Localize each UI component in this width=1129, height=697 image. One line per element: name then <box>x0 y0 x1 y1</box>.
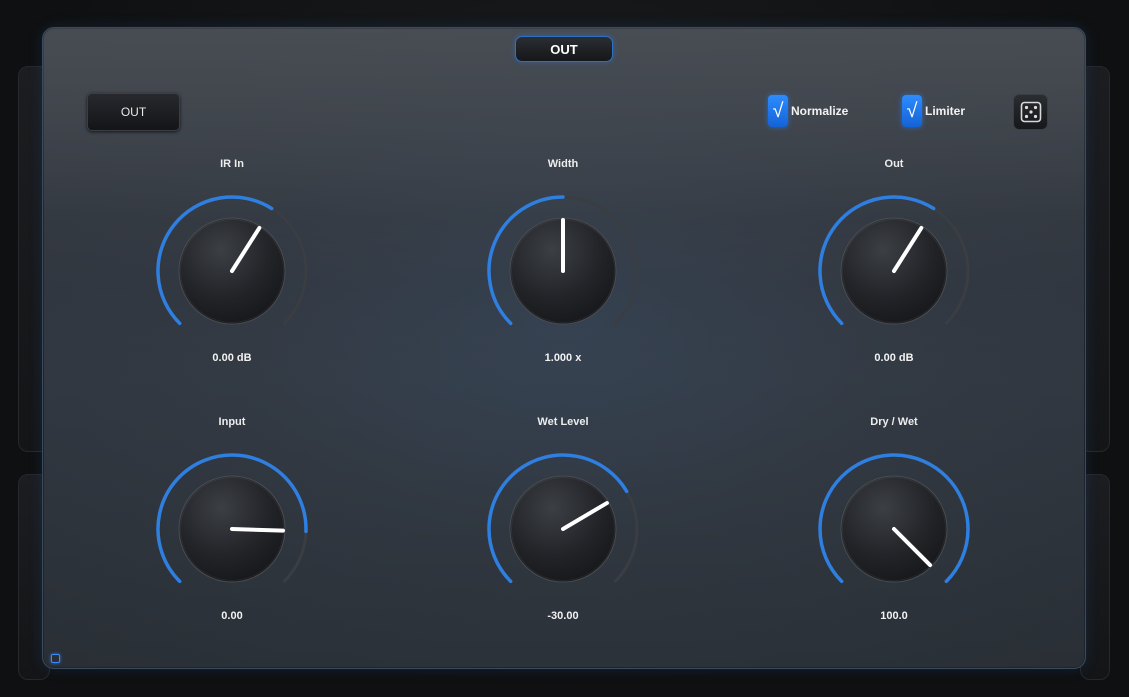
knob-dry-wet[interactable] <box>814 449 974 609</box>
limiter-label: Limiter <box>925 104 966 118</box>
knob-pointer <box>230 527 285 533</box>
checkmark-icon: √ <box>772 100 784 122</box>
knob-label-width: Width <box>547 158 579 170</box>
knob-value-dry-wet: 100.0 <box>880 610 908 622</box>
knob-value-ir-in: 0.00 dB <box>212 352 252 364</box>
checkmark-icon: √ <box>906 100 918 122</box>
knob-label-input: Input <box>218 416 246 428</box>
limiter-checkbox[interactable]: √ <box>902 95 922 127</box>
knob-label-wet-level: Wet Level <box>537 416 589 428</box>
knob-input[interactable] <box>152 449 312 609</box>
knob-value-width: 1.000 x <box>544 352 582 364</box>
knob-wet-level[interactable] <box>483 449 643 609</box>
knob-value-wet-level: -30.00 <box>547 610 579 622</box>
knob-value-input: 0.00 <box>221 610 243 622</box>
knob-label-out: Out <box>884 158 904 170</box>
normalize-checkbox[interactable]: √ <box>768 95 788 127</box>
knob-label-ir-in: IR In <box>220 158 244 170</box>
out-button[interactable]: OUT <box>87 93 180 131</box>
randomize-button[interactable] <box>1013 94 1048 130</box>
panel-title-tab[interactable]: OUT <box>515 36 613 62</box>
plugin-window: OUT OUT √ Normalize √ Limiter IR In 0.00… <box>0 0 1129 697</box>
resize-indicator[interactable] <box>51 654 60 663</box>
normalize-label: Normalize <box>791 104 849 118</box>
knob-label-dry-wet: Dry / Wet <box>870 416 918 428</box>
knob-value-out: 0.00 dB <box>874 352 914 364</box>
dice-icon <box>1020 101 1041 123</box>
knob-width[interactable] <box>483 191 643 351</box>
knob-ir-in[interactable] <box>152 191 312 351</box>
knob-out[interactable] <box>814 191 974 351</box>
